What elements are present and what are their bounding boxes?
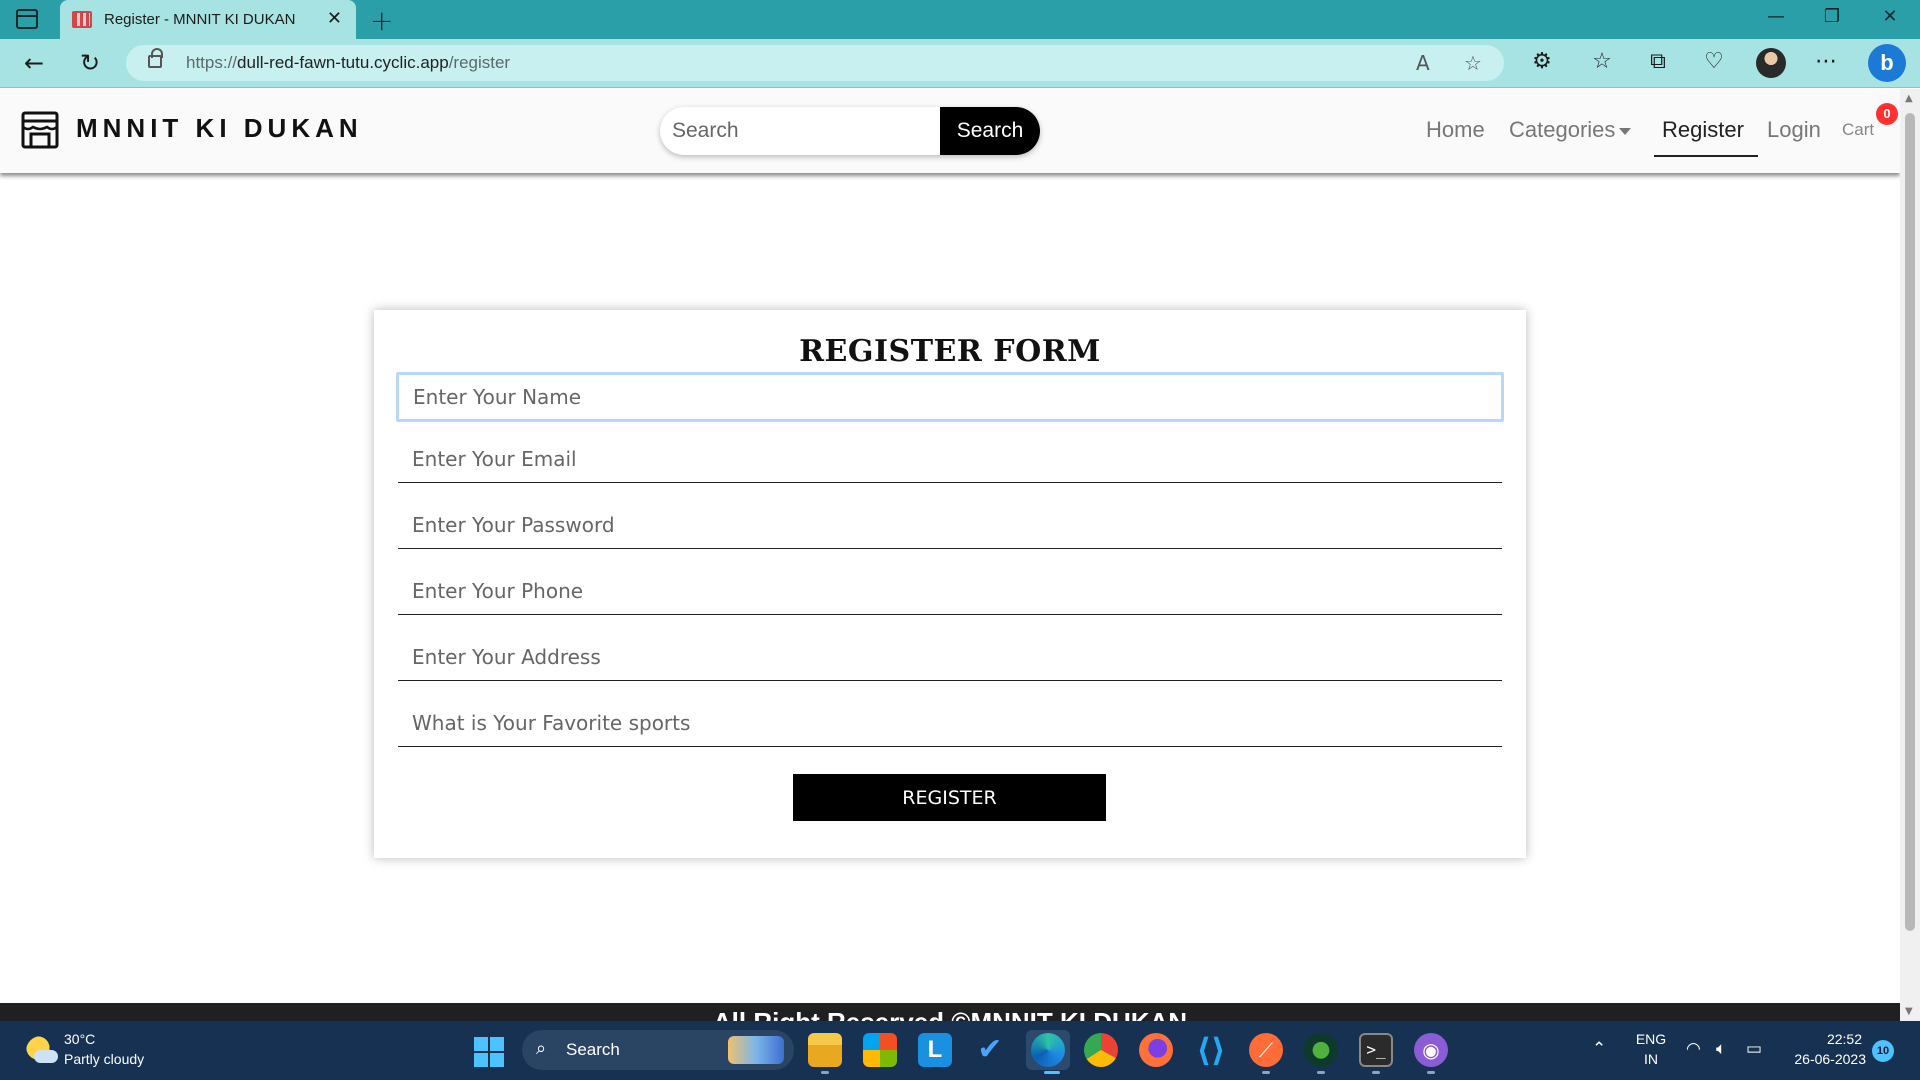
running-indicator	[821, 1071, 829, 1074]
store-favicon-icon	[72, 11, 92, 28]
clock-time[interactable]: 22:52	[1782, 1031, 1862, 1047]
profile-avatar[interactable]	[1756, 48, 1786, 78]
notification-count-badge[interactable]: 10	[1872, 1040, 1894, 1062]
running-indicator	[1427, 1071, 1435, 1074]
site-navbar: MNNIT KI DUKAN Search Home Categories Re…	[0, 89, 1900, 173]
email-field[interactable]	[398, 435, 1502, 483]
read-aloud-icon[interactable]: A	[1416, 51, 1430, 75]
favorites-icon[interactable]: ☆	[1586, 49, 1618, 74]
url-text[interactable]: https://dull-red-fawn-tutu.cyclic.app/re…	[186, 53, 510, 73]
register-button[interactable]: REGISTER	[793, 774, 1106, 821]
store-icon[interactable]	[20, 110, 60, 150]
show-hidden-icons-chevron-icon[interactable]: ⌃	[1592, 1039, 1606, 1059]
scroll-up-icon[interactable]: ▲	[1905, 93, 1913, 104]
browser-toolbar: ← ↻ https://dull-red-fawn-tutu.cyclic.ap…	[0, 39, 1920, 88]
edge-browser-icon[interactable]	[1031, 1033, 1065, 1067]
page-scrollbar[interactable]: ▲ ▼	[1900, 89, 1920, 1021]
weather-temperature[interactable]: 30°C	[64, 1031, 95, 1047]
favorite-star-icon[interactable]: ☆	[1464, 51, 1482, 75]
form-title: REGISTER FORM	[799, 334, 1101, 369]
favorite-sport-field[interactable]	[398, 699, 1502, 747]
running-indicator	[1372, 1071, 1380, 1074]
minimize-icon[interactable]: —	[1756, 6, 1796, 27]
partly-cloudy-icon[interactable]	[26, 1036, 58, 1066]
password-field[interactable]	[398, 501, 1502, 549]
windows-taskbar: 30°C Partly cloudy ⌕ Search L ✔ ⟨⟩ ⟋ ● >…	[0, 1021, 1920, 1080]
tab-title: Register - MNNIT KI DUKAN	[104, 11, 296, 28]
nav-register-link[interactable]: Register	[1662, 117, 1744, 143]
todo-check-icon[interactable]: ✔	[973, 1033, 1007, 1067]
weather-condition[interactable]: Partly cloudy	[64, 1051, 144, 1067]
search-input[interactable]	[660, 107, 940, 155]
back-arrow-icon[interactable]: ←	[18, 49, 50, 77]
nav-categories-dropdown[interactable]: Categories	[1509, 117, 1632, 143]
search-icon: ⌕	[536, 1038, 547, 1059]
running-indicator	[1262, 1071, 1270, 1074]
phone-field[interactable]	[398, 567, 1502, 615]
active-indicator	[1044, 1071, 1060, 1074]
brand-name[interactable]: MNNIT KI DUKAN	[76, 113, 363, 144]
tab-actions-icon[interactable]	[16, 9, 38, 29]
vscode-icon[interactable]: ⟨⟩	[1194, 1033, 1228, 1067]
nav-categories-label: Categories	[1509, 117, 1616, 142]
extensions-icon[interactable]: ⚙	[1526, 49, 1558, 74]
battery-icon[interactable]: ▭	[1746, 1039, 1762, 1059]
close-window-icon[interactable]: ✕	[1870, 6, 1910, 27]
nav-home-link[interactable]: Home	[1426, 117, 1485, 143]
new-tab-icon[interactable]: +	[370, 4, 393, 37]
terminal-icon[interactable]: >_	[1359, 1033, 1393, 1067]
browser-tab-strip: Register - MNNIT KI DUKAN ✕ + — ❐ ✕	[0, 0, 1920, 39]
file-explorer-icon[interactable]	[808, 1033, 842, 1067]
language-code[interactable]: ENG	[1632, 1031, 1670, 1047]
running-indicator	[1317, 1071, 1325, 1074]
scrollbar-thumb[interactable]	[1905, 113, 1915, 931]
language-region[interactable]: IN	[1632, 1051, 1670, 1067]
cart-count-badge: 0	[1876, 103, 1898, 125]
nav-login-link[interactable]: Login	[1767, 117, 1821, 143]
close-tab-icon[interactable]: ✕	[327, 8, 342, 29]
refresh-icon[interactable]: ↻	[74, 49, 106, 77]
browser-essentials-icon[interactable]: ♡	[1698, 49, 1730, 74]
scroll-down-icon[interactable]: ▼	[1905, 1006, 1913, 1017]
windows-start-icon[interactable]	[474, 1037, 504, 1067]
footer-text: All Right Reserved ©MNNIT KI DUKAN	[0, 1007, 1900, 1021]
github-desktop-icon[interactable]: ◉	[1414, 1033, 1448, 1067]
nav-cart-link[interactable]: Cart	[1842, 120, 1874, 140]
chrome-icon[interactable]	[1084, 1033, 1118, 1067]
restore-icon[interactable]: ❐	[1812, 6, 1852, 27]
microsoft-store-icon[interactable]	[863, 1033, 897, 1067]
site-search-form: Search	[660, 107, 1040, 155]
browser-tab-active[interactable]: Register - MNNIT KI DUKAN ✕	[60, 0, 356, 39]
search-button[interactable]: Search	[940, 107, 1040, 155]
active-nav-underline	[1654, 155, 1758, 157]
taskbar-search[interactable]: ⌕ Search	[522, 1030, 794, 1070]
more-options-icon[interactable]: ⋯	[1810, 49, 1842, 74]
address-bar[interactable]: https://dull-red-fawn-tutu.cyclic.app/re…	[126, 45, 1504, 81]
postman-icon[interactable]: ⟋	[1249, 1033, 1283, 1067]
launcher-l-icon[interactable]: L	[918, 1033, 952, 1067]
mongodb-compass-icon[interactable]: ●	[1304, 1033, 1338, 1067]
wifi-icon[interactable]: ◠	[1686, 1039, 1701, 1059]
search-highlight-image	[728, 1036, 784, 1064]
collections-icon[interactable]: ⧉	[1642, 49, 1674, 74]
register-form-card: REGISTER FORM REGISTER	[374, 310, 1526, 858]
name-field[interactable]	[396, 372, 1504, 422]
volume-icon[interactable]: 🔈︎	[1716, 1039, 1726, 1059]
address-field[interactable]	[398, 633, 1502, 681]
firefox-icon[interactable]	[1139, 1033, 1173, 1067]
clock-date[interactable]: 26-06-2023	[1782, 1051, 1866, 1067]
bing-copilot-icon[interactable]: b	[1868, 44, 1906, 82]
page-viewport: MNNIT KI DUKAN Search Home Categories Re…	[0, 89, 1900, 1021]
lock-icon[interactable]	[148, 48, 163, 68]
taskbar-search-label: Search	[566, 1040, 620, 1059]
site-footer: All Right Reserved ©MNNIT KI DUKAN	[0, 1003, 1900, 1021]
caret-down-icon	[1619, 127, 1632, 135]
